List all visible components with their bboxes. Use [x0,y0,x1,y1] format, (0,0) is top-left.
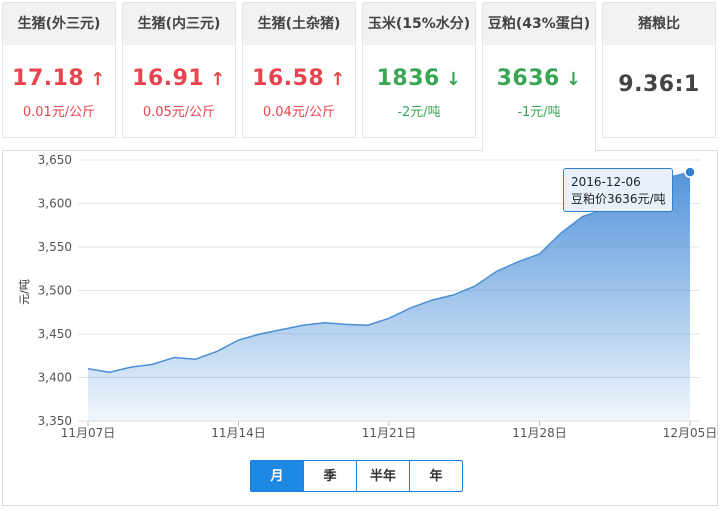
x-tick-label: 11月07日 [61,426,116,440]
tooltip-value: 豆粕价3636元/吨 [571,192,666,206]
price-card[interactable]: 豆粕(43%蛋白) 3636 ↓ -1元/吨 [482,2,596,152]
y-tick-label: 3,450 [38,327,72,341]
x-tick-label: 12月05日 [663,426,718,440]
chart-tooltip: 2016-12-06 豆粕价3636元/吨 [563,168,673,212]
arrow-down-icon: ↓ [565,69,582,90]
y-tick-label: 3,550 [38,240,72,254]
range-button[interactable]: 季 [303,460,357,492]
range-button[interactable]: 年 [409,460,463,492]
y-tick-label: 3,650 [38,153,72,167]
card-value-text: 3636 [496,66,560,91]
card-title: 豆粕(43%蛋白) [483,3,595,45]
card-value: 3636 ↓ [483,65,595,93]
y-tick-label: 3,500 [38,284,72,298]
card-change: -1元/吨 [517,105,561,120]
x-tick-label: 11月28日 [512,426,567,440]
price-chart: 3,3503,4003,4503,5003,5503,6003,650 11月0… [18,153,718,440]
x-tick-label: 11月21日 [362,426,417,440]
highlighted-data-point[interactable] [684,166,696,178]
range-button[interactable]: 半年 [356,460,410,492]
range-button[interactable]: 月 [250,460,304,492]
x-tick-label: 11月14日 [211,426,266,440]
y-tick-label: 3,400 [38,371,72,385]
y-tick-label: 3,600 [38,197,72,211]
range-selector: 月季半年年 [250,460,463,492]
y-axis-label: 元/吨 [18,279,31,305]
tooltip-date: 2016-12-06 [571,175,641,189]
